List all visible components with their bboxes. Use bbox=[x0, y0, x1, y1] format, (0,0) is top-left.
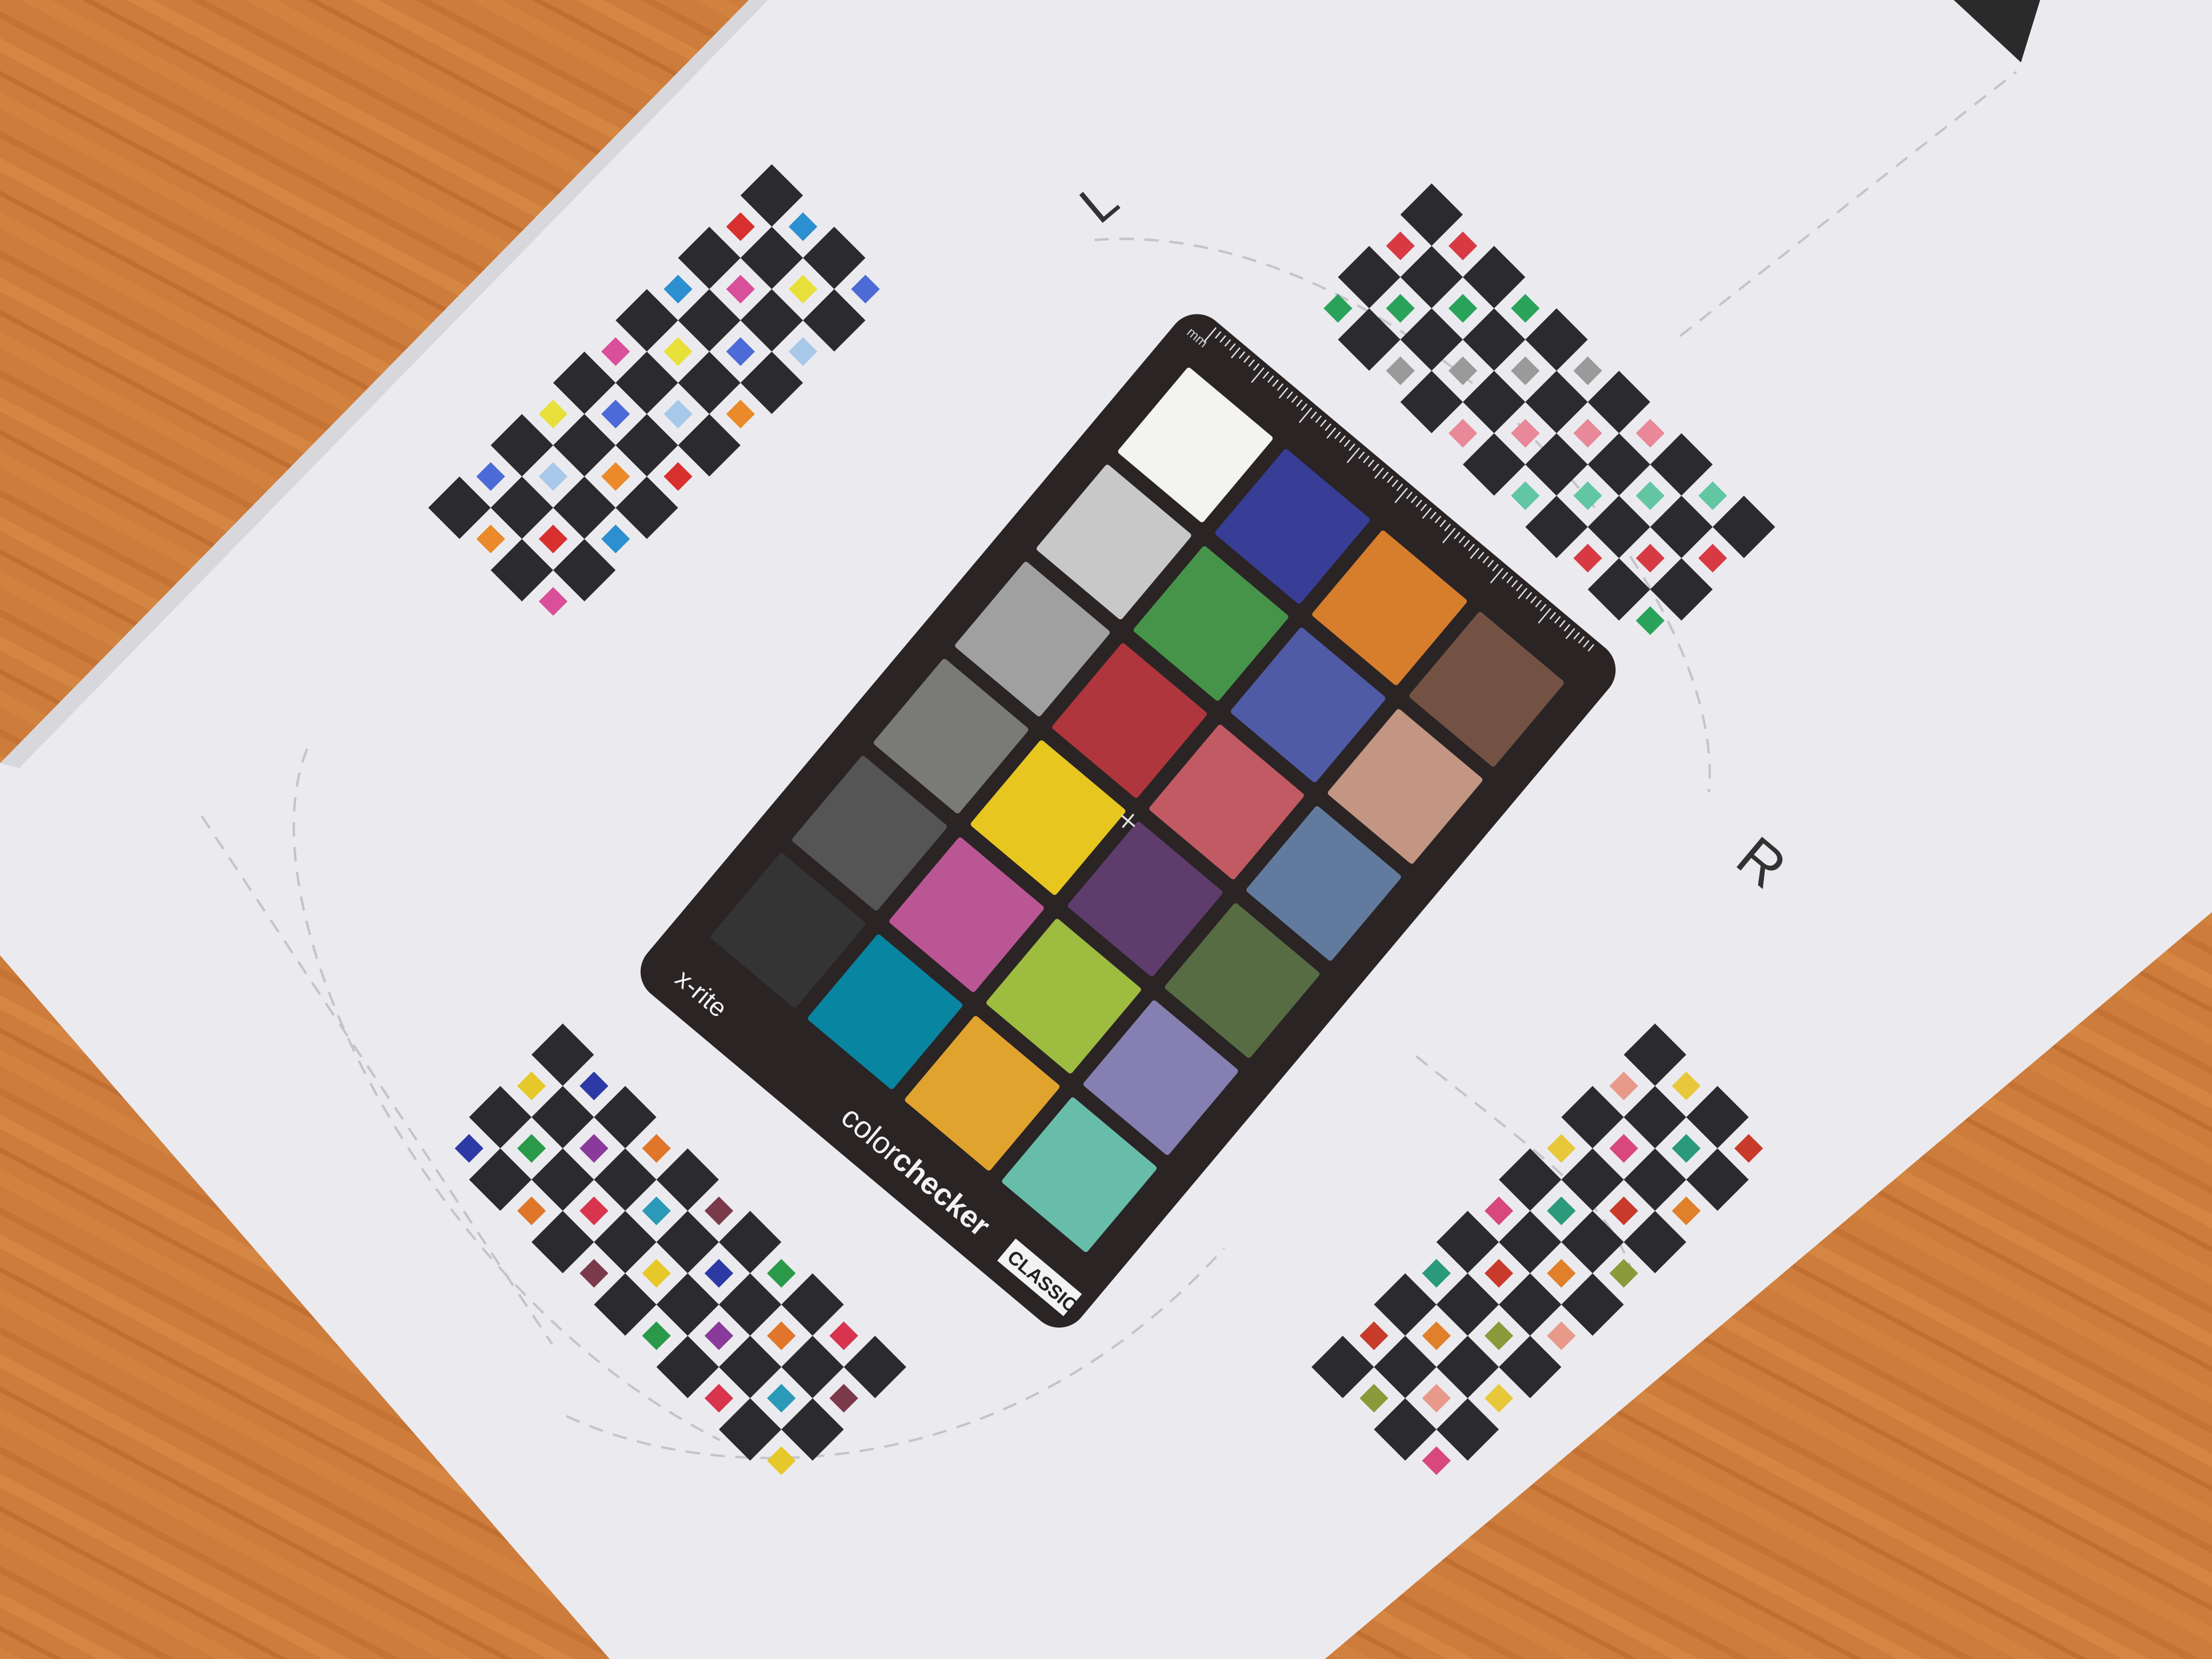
photo-scene: mm x-rite colorchecker CLASSIC L R bbox=[0, 0, 2212, 1659]
photo-canvas: mmx-ritecolorcheckerCLASSIC L R bbox=[0, 0, 2212, 1659]
